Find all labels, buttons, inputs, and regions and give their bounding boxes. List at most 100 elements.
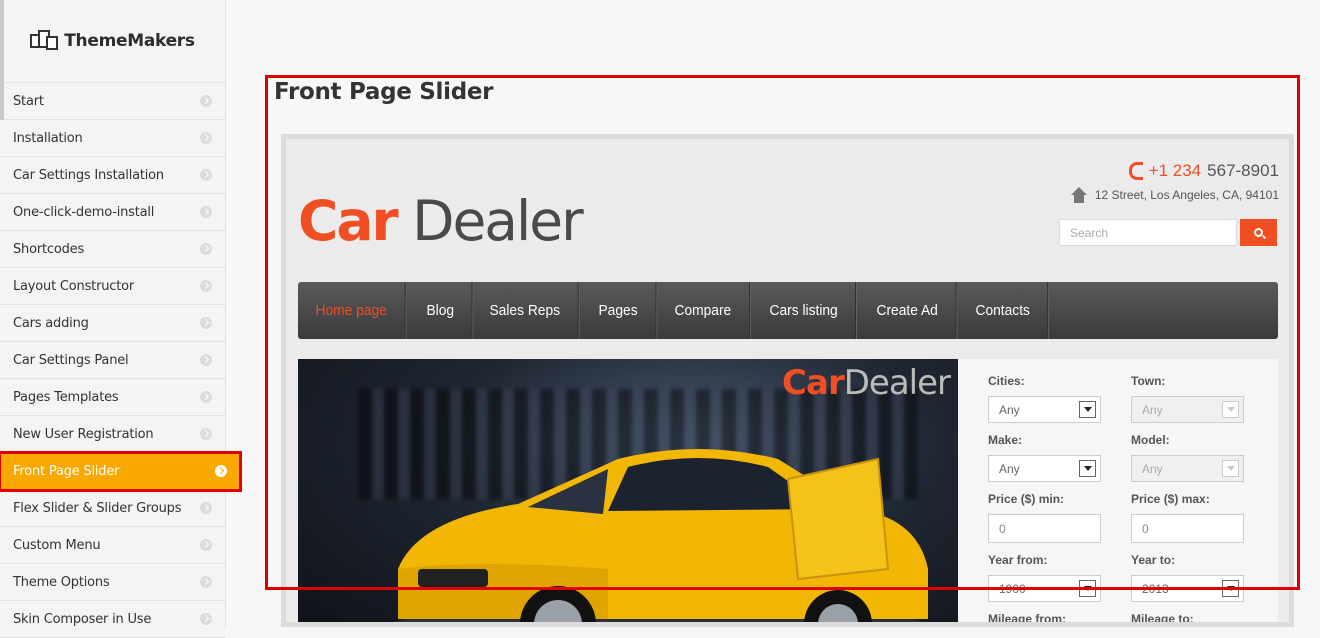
- chevron-right-icon: [200, 428, 212, 440]
- sidebar-item-label: Installation: [13, 130, 83, 146]
- price-min-label: Price ($) min:: [988, 492, 1065, 506]
- slide-watermark: CarDealer: [782, 363, 951, 403]
- sidebar-item-label: Theme Options: [13, 574, 110, 590]
- scrollbar[interactable]: [0, 0, 4, 120]
- sidebar-item-theme-options[interactable]: Theme Options: [0, 564, 225, 601]
- site-logo: Car Dealer: [298, 189, 584, 253]
- town-select[interactable]: Any: [1131, 396, 1244, 423]
- sidebar-item-installation[interactable]: Installation: [0, 120, 225, 157]
- make-select[interactable]: Any: [988, 455, 1101, 482]
- sidebar-item-shortcodes[interactable]: Shortcodes: [0, 231, 225, 268]
- search-icon: [1254, 228, 1263, 237]
- chevron-right-icon: [200, 613, 212, 625]
- menu-create-ad[interactable]: Create Ad: [859, 282, 957, 339]
- car-search-filter: Cities: Any Town: Any Make: Any Model: A…: [988, 374, 1278, 626]
- sidebar-item-label: Shortcodes: [13, 241, 85, 257]
- sidebar-item-label: One-click-demo-install: [13, 204, 155, 220]
- chevron-right-icon: [200, 576, 212, 588]
- sidebar-item-car-settings-panel[interactable]: Car Settings Panel: [0, 342, 225, 379]
- phone-icon: [1128, 162, 1143, 180]
- sidebar-item-label: Pages Templates: [13, 389, 119, 405]
- make-value: Any: [999, 461, 1020, 476]
- address: 12 Street, Los Angeles, CA, 94101: [1070, 187, 1279, 203]
- sidebar-item-label: Skin Composer in Use: [13, 611, 152, 627]
- chevron-right-icon: [200, 206, 212, 218]
- home-icon: [1070, 187, 1087, 203]
- slider-area: CarDealer Cities: Any Town: Any Make: An…: [298, 359, 1278, 626]
- chevron-down-icon: [1222, 580, 1239, 597]
- model-label: Model:: [1131, 433, 1170, 447]
- town-value: Any: [1142, 402, 1163, 417]
- phone-rest: 567-8901: [1207, 161, 1279, 180]
- logo-word-dealer: Dealer: [412, 189, 584, 253]
- search-bar: [1059, 219, 1277, 246]
- menu-compare[interactable]: Compare: [657, 282, 750, 339]
- logo[interactable]: ThemeMakers: [0, 0, 225, 83]
- sidebar-item-label: Car Settings Panel: [13, 352, 129, 368]
- hero-slide-image: CarDealer: [298, 359, 958, 622]
- sidebar-item-start[interactable]: Start: [0, 83, 225, 120]
- sidebar-item-label: Cars adding: [13, 315, 89, 331]
- main-menu: Home page Blog Sales Reps Pages Compare …: [298, 282, 1278, 339]
- sidebar-item-one-click-demo-install[interactable]: One-click-demo-install: [0, 194, 225, 231]
- chevron-down-icon: [1222, 401, 1239, 418]
- chevron-down-icon: [1079, 401, 1096, 418]
- menu-blog[interactable]: Blog: [409, 282, 473, 339]
- sidebar-item-label: Layout Constructor: [13, 278, 134, 294]
- year-from-value: 1900: [999, 581, 1026, 596]
- address-text: 12 Street, Los Angeles, CA, 94101: [1094, 188, 1279, 202]
- model-select[interactable]: Any: [1131, 455, 1244, 482]
- sidebar-item-label: Start: [13, 93, 44, 109]
- year-to-select[interactable]: 2013: [1131, 575, 1244, 602]
- sidebar-item-label: New User Registration: [13, 426, 154, 442]
- sidebar-item-front-page-slider[interactable]: Front Page Slider: [0, 451, 242, 492]
- chevron-down-icon: [1222, 460, 1239, 477]
- chevron-right-icon: [200, 539, 212, 551]
- menu-cars-listing[interactable]: Cars listing: [752, 282, 856, 339]
- mileage-from-label: Mileage from:: [988, 612, 1067, 626]
- sidebar-item-custom-menu[interactable]: Custom Menu: [0, 527, 225, 564]
- chevron-right-icon: [200, 354, 212, 366]
- sidebar-item-car-settings-installation[interactable]: Car Settings Installation: [0, 157, 225, 194]
- phone-prefix: +1 234: [1148, 161, 1202, 180]
- price-max-input[interactable]: 0: [1131, 514, 1244, 543]
- thememakers-logo-icon: [30, 30, 59, 52]
- sidebar-item-cars-adding[interactable]: Cars adding: [0, 305, 225, 342]
- yellow-car-image: [392, 449, 928, 622]
- make-label: Make:: [988, 433, 1023, 447]
- sidebar-item-skin-composer[interactable]: Skin Composer in Use: [0, 601, 225, 638]
- model-value: Any: [1142, 461, 1163, 476]
- menu-contacts[interactable]: Contacts: [958, 282, 1049, 339]
- chevron-right-icon: [200, 317, 212, 329]
- search-button[interactable]: [1240, 219, 1277, 246]
- sidebar-item-pages-templates[interactable]: Pages Templates: [0, 379, 225, 416]
- contact-info: +1 234 567-8901 12 Street, Los Angeles, …: [1070, 161, 1279, 203]
- town-label: Town:: [1131, 374, 1166, 388]
- site-preview-screenshot: Car Dealer +1 234 567-8901 12 Street, Lo…: [281, 134, 1294, 627]
- chevron-right-icon: [200, 391, 212, 403]
- sidebar-item-flex-slider[interactable]: Flex Slider & Slider Groups: [0, 490, 225, 527]
- chevron-right-icon: [200, 95, 212, 107]
- year-from-select[interactable]: 1900: [988, 575, 1101, 602]
- sidebar-nav: Start Installation Car Settings Installa…: [0, 83, 242, 638]
- watermark-dealer: Dealer: [843, 363, 951, 403]
- sidebar-item-new-user-registration[interactable]: New User Registration: [0, 416, 225, 453]
- logo-word-car: Car: [298, 189, 399, 253]
- watermark-car: Car: [782, 363, 845, 403]
- sidebar-item-layout-constructor[interactable]: Layout Constructor: [0, 268, 225, 305]
- chevron-right-icon: [215, 465, 227, 477]
- sidebar-item-label: Car Settings Installation: [13, 167, 164, 183]
- search-input[interactable]: [1059, 219, 1237, 246]
- menu-pages[interactable]: Pages: [581, 282, 657, 339]
- menu-home-page[interactable]: Home page: [298, 282, 406, 339]
- sidebar-item-label: Front Page Slider: [13, 463, 120, 479]
- price-min-input[interactable]: 0: [988, 514, 1101, 543]
- cities-select[interactable]: Any: [988, 396, 1101, 423]
- chevron-right-icon: [200, 169, 212, 181]
- chevron-right-icon: [200, 243, 212, 255]
- page-title: Front Page Slider: [274, 79, 494, 105]
- menu-sales-reps[interactable]: Sales Reps: [472, 282, 579, 339]
- cities-value: Any: [999, 402, 1020, 417]
- mileage-to-label: Mileage to:: [1131, 612, 1194, 626]
- year-to-label: Year to:: [1131, 553, 1176, 567]
